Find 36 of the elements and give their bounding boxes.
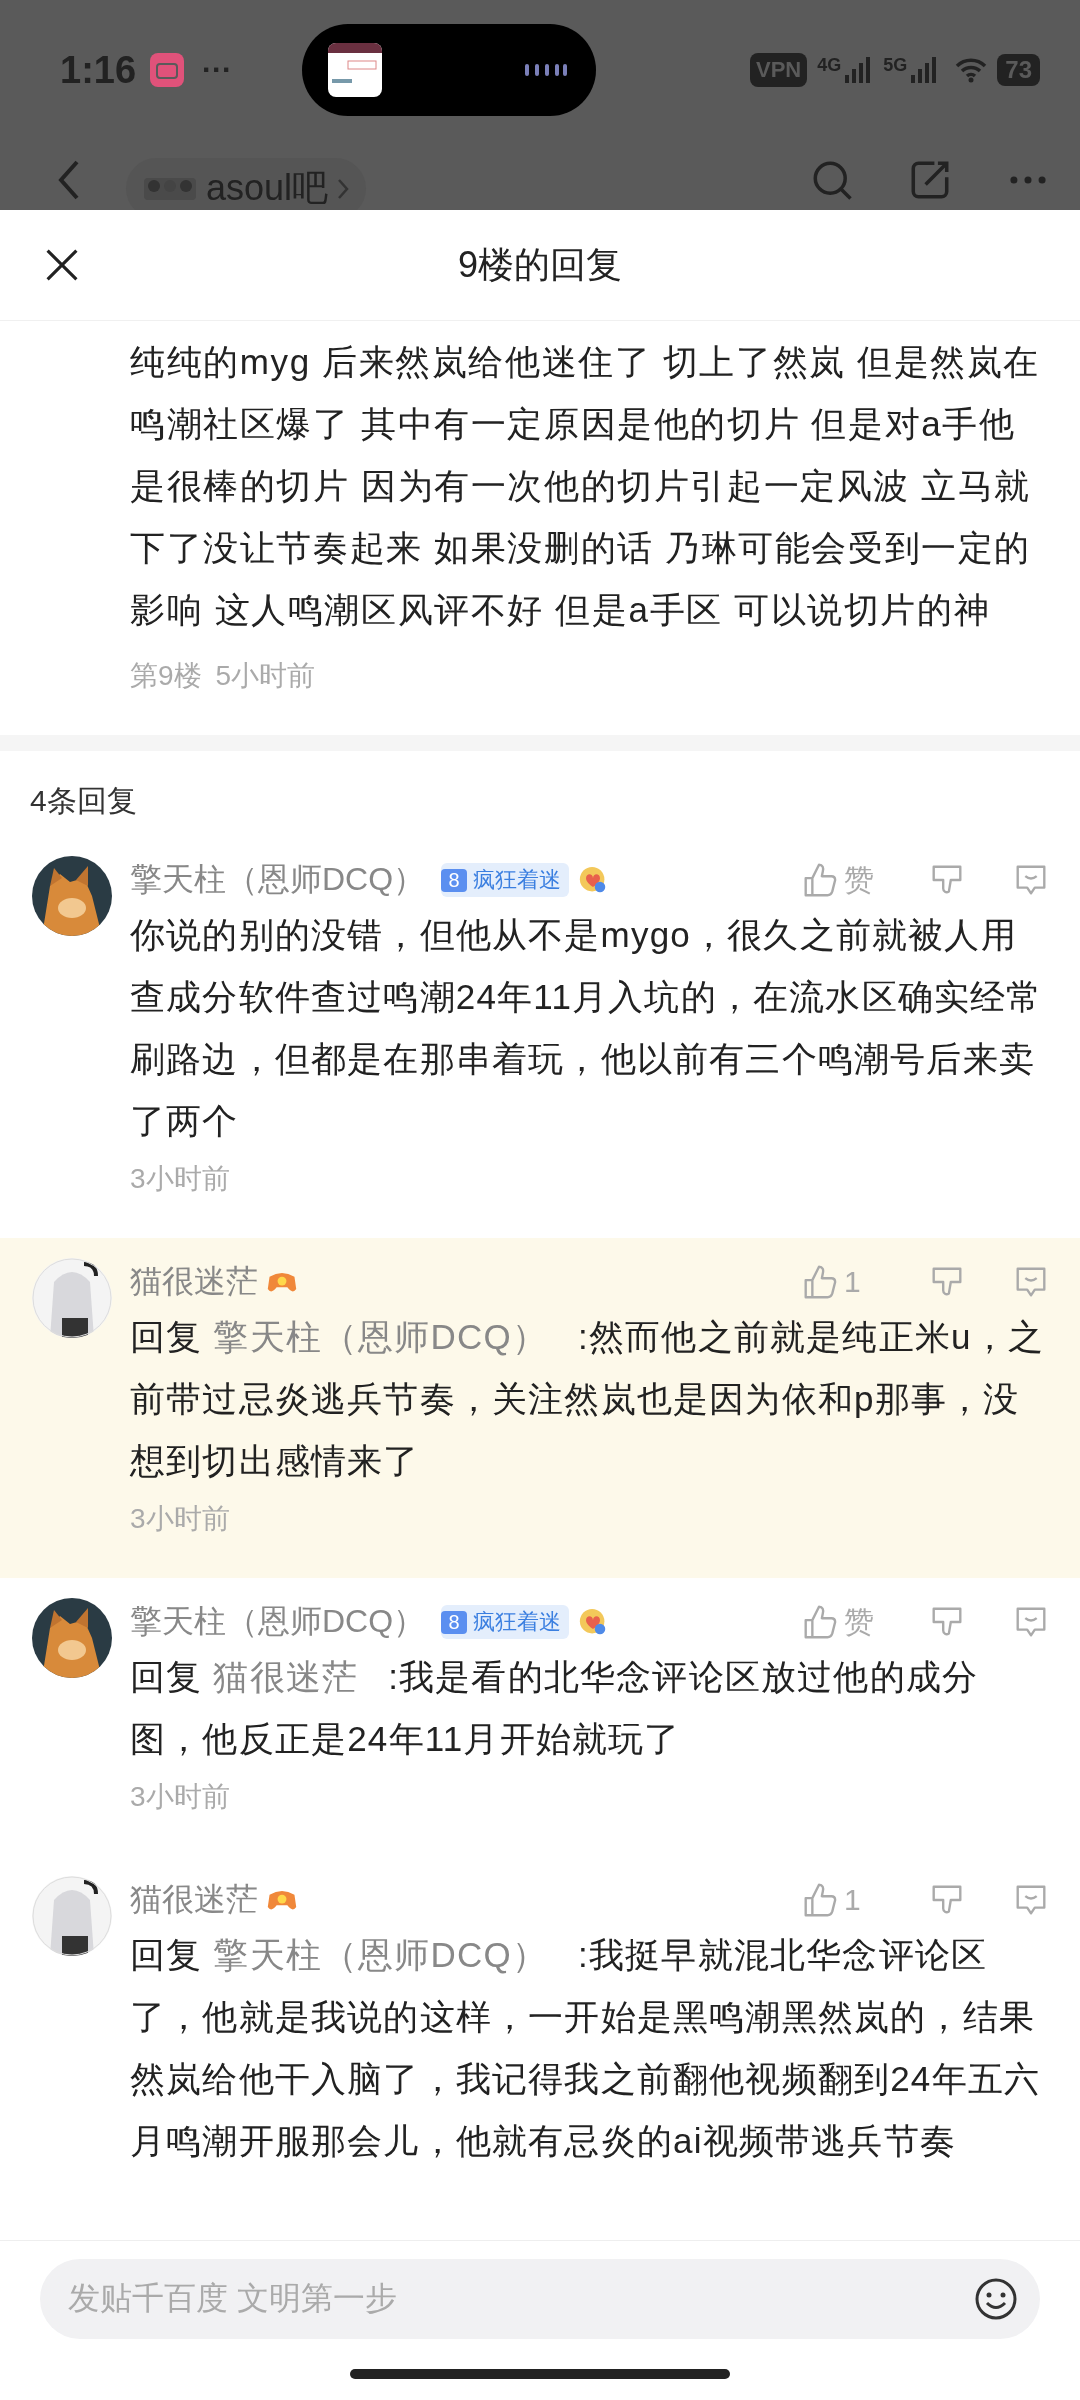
network-label: 4G [817, 55, 842, 76]
comment-text: 回复 擎天柱（恩师DCQ） :然而他之前就是纯正米u，之前带过忌炎逃兵节奏，关注然岚也是因为依和p那事，没想到切出感情来了 [130, 1316, 1046, 1482]
comment-text: 回复 擎天柱（恩师DCQ） :我挺早就混北华念评论区了，他就是我说的这样，一开始是黑鸣潮黑然岚的，结果然岚给他干入脑了，我记得我之前翻他视频翻到24年五六月鸣潮开服那会儿，他就有忌炎的ai视频带逃兵节奏 [130, 1934, 1042, 2162]
network-label: 5G [883, 55, 908, 76]
comment-text: 你说的别的没错，但他从不是mygo，很久之前就被人用查成分软件查过鸣潮24年11月入坑的，在流水区确实经常刷路边，但都是在那串着玩，他以前有三个鸣潮号后来卖了两个 [130, 914, 1044, 1142]
comment-time: 3小时前 [130, 1780, 231, 1814]
level-badge: 8 疯狂着迷 [441, 863, 570, 897]
floor-number: 第9楼 [130, 659, 202, 693]
username[interactable]: 猫很迷茫 [130, 1878, 258, 1922]
comment-time: 3小时前 [130, 1502, 231, 1536]
close-icon[interactable] [44, 247, 80, 283]
battery-indicator: 73 [997, 54, 1040, 86]
username[interactable]: 擎天柱（恩师DCQ） [130, 1600, 426, 1644]
post-text: 纯纯的myg 后来然岚给他迷住了 切上了然岚 但是然岚在鸣潮社区爆了 其中有一定原因是他的切片 但是对a手他是很棒的切片 因为有一次他的切片引起一定风波 立马就下了没让节奏起来 如果没删的话 乃琳可能会受到一定的影响 这人鸣潮区风评不好 但是a手区 可以说切片的神 [130, 341, 1042, 631]
comment-time: 3小时前 [130, 1162, 231, 1196]
tv-app-icon [150, 53, 185, 87]
sheet-title: 9楼的回复 [458, 242, 622, 287]
comment-text: 回复 猫很迷茫 :我是看的北华念评论区放过他的成分图，他反正是24年11月开始就玩了 [130, 1656, 980, 1760]
reply-count: 4条回复 [29, 783, 138, 819]
status-time: 1:16 [60, 48, 137, 92]
username[interactable]: 擎天柱（恩师DCQ） [130, 858, 426, 902]
signal-icon [911, 57, 938, 83]
wifi-icon [955, 57, 988, 83]
vpn-badge: VPN [750, 53, 808, 87]
like-button[interactable]: 1 [800, 1263, 882, 1301]
like-button[interactable]: 赞 [800, 859, 882, 901]
username[interactable]: 猫很迷茫 [130, 1260, 258, 1304]
comment-input[interactable]: 发贴千百度 文明第一步 [40, 2259, 1040, 2339]
more-notifications: ··· [202, 53, 233, 87]
like-button[interactable]: 赞 [800, 1601, 882, 1643]
signal-icon [845, 57, 872, 83]
audio-wave-icon [524, 62, 569, 78]
emoji-icon[interactable] [974, 2277, 1018, 2321]
level-badge: 8 疯狂着迷 [441, 1605, 570, 1639]
like-button[interactable]: 1 [800, 1881, 882, 1919]
post-time: 5小时前 [215, 659, 316, 693]
